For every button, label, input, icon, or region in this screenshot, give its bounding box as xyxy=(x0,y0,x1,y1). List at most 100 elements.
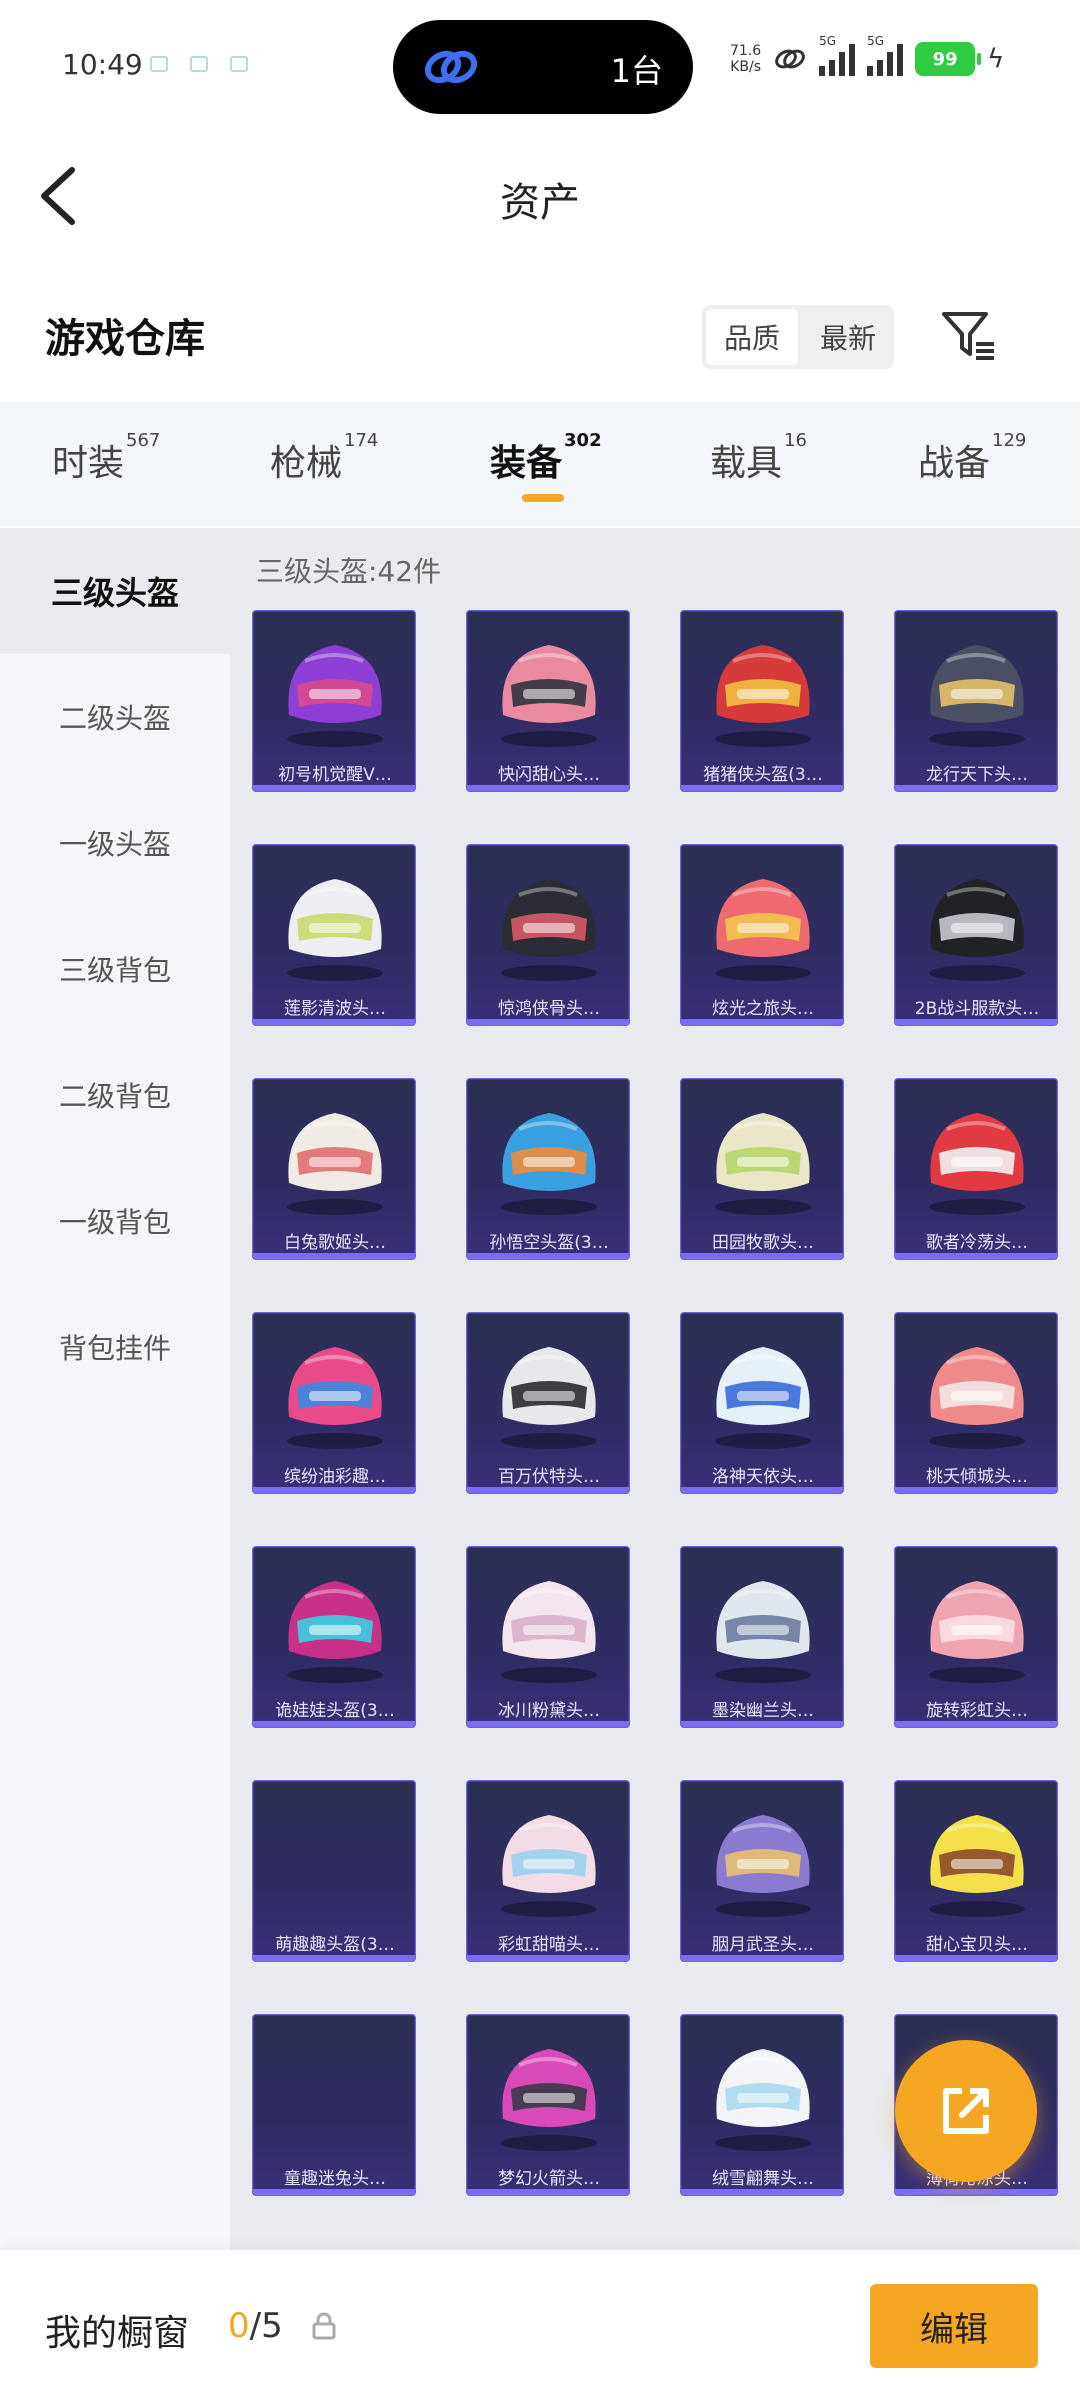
item-name: 莲影清波头… xyxy=(284,999,386,1019)
sub-category-nav: 三级头盔 二级头盔 一级头盔 三级背包 二级背包 一级背包 背包挂件 xyxy=(0,528,230,2250)
dynamic-island[interactable]: 1台 xyxy=(393,20,693,114)
rarity-bar xyxy=(253,1019,415,1025)
item-card[interactable]: 2B战斗服款头… xyxy=(894,844,1058,1026)
item-card[interactable]: 快闪甜心头… xyxy=(466,610,630,792)
sidebar-item-lv2-backpack[interactable]: 二级背包 xyxy=(0,1032,230,1158)
item-name: 歌者冷荡头… xyxy=(926,1233,1028,1253)
helmet-icon xyxy=(501,1815,597,1917)
item-card[interactable]: 旋转彩虹头… xyxy=(894,1546,1058,1728)
item-name: 惊鸿侠骨头… xyxy=(498,999,600,1019)
item-card[interactable]: 田园牧歌头… xyxy=(680,1078,844,1260)
hotspot-link-icon xyxy=(775,49,806,69)
sidebar-item-backpack-charm[interactable]: 背包挂件 xyxy=(0,1284,230,1410)
tab-label: 枪械 xyxy=(270,443,343,484)
item-card[interactable]: 龙行天下头… xyxy=(894,610,1058,792)
item-card[interactable]: 梦幻火箭头… xyxy=(466,2014,630,2196)
app-notification-icon xyxy=(230,56,248,72)
helmet-icon xyxy=(287,1581,383,1683)
item-card[interactable]: 彩虹甜喵头… xyxy=(466,1780,630,1962)
helmet-icon xyxy=(287,1347,383,1449)
rarity-bar xyxy=(467,1019,629,1025)
rarity-bar xyxy=(253,2189,415,2195)
rarity-bar xyxy=(467,1487,629,1493)
share-button[interactable] xyxy=(895,2040,1037,2182)
tab-vehicles[interactable]: 载具16 xyxy=(710,430,807,486)
rarity-bar xyxy=(467,1253,629,1259)
rarity-bar xyxy=(895,1487,1057,1493)
item-name: 彩虹甜喵头… xyxy=(498,1935,600,1955)
item-name: 诡娃娃头盔(3… xyxy=(275,1701,395,1721)
item-card[interactable]: 萌趣趣头盔(3… xyxy=(252,1780,416,1962)
helmet-icon xyxy=(715,879,811,981)
item-name: 孙悟空头盔(3… xyxy=(489,1233,609,1253)
sidebar-item-lv3-helmet[interactable]: 三级头盔 xyxy=(0,528,230,654)
item-name: 初号机觉醒V… xyxy=(278,765,392,785)
rarity-bar xyxy=(467,2189,629,2195)
notification-icons xyxy=(150,56,248,72)
tab-equipment[interactable]: 装备302 xyxy=(490,430,602,486)
system-indicators: 71.6 KB/s 5G 5G 99 ϟ xyxy=(730,34,1004,76)
item-card[interactable]: 缤纷油彩趣… xyxy=(252,1312,416,1494)
sidebar-item-lv1-helmet[interactable]: 一级头盔 xyxy=(0,780,230,906)
rarity-bar xyxy=(895,1253,1057,1259)
status-bar: 10:49 1台 71.6 KB/s 5G 5G 99 ϟ xyxy=(0,0,1080,135)
rarity-bar xyxy=(253,1955,415,1961)
item-card[interactable]: 甜心宝贝头… xyxy=(894,1780,1058,1962)
item-card[interactable]: 绒雪翩舞头… xyxy=(680,2014,844,2196)
item-card[interactable]: 墨染幽兰头… xyxy=(680,1546,844,1728)
item-name: 田园牧歌头… xyxy=(712,1233,814,1253)
helmet-icon xyxy=(287,645,383,747)
helmet-icon xyxy=(715,645,811,747)
item-name: 2B战斗服款头… xyxy=(914,999,1040,1019)
helmet-icon xyxy=(287,1113,383,1215)
sim2-type: 5G xyxy=(867,34,885,48)
network-speed-unit: KB/s xyxy=(730,59,761,75)
tab-count: 129 xyxy=(992,430,1027,451)
tab-weapons[interactable]: 枪械174 xyxy=(270,430,378,486)
item-name: 甜心宝贝头… xyxy=(926,1935,1028,1955)
tab-supplies[interactable]: 战备129 xyxy=(918,430,1026,486)
sidebar-item-lv2-helmet[interactable]: 二级头盔 xyxy=(0,654,230,780)
tab-label: 战备 xyxy=(918,443,991,484)
item-card[interactable]: 冰川粉黛头… xyxy=(466,1546,630,1728)
edit-button[interactable]: 编辑 xyxy=(870,2284,1038,2368)
item-card[interactable]: 初号机觉醒V… xyxy=(252,610,416,792)
sidebar-item-lv1-backpack[interactable]: 一级背包 xyxy=(0,1158,230,1284)
helmet-icon xyxy=(929,1581,1025,1683)
sort-latest-button[interactable]: 最新 xyxy=(802,305,894,369)
item-card[interactable]: 洛神天依头… xyxy=(680,1312,844,1494)
item-card[interactable]: 孙悟空头盔(3… xyxy=(466,1078,630,1260)
network-speed-value: 71.6 xyxy=(730,43,762,59)
battery-level: 99 xyxy=(932,48,958,70)
sidebar-item-lv3-backpack[interactable]: 三级背包 xyxy=(0,906,230,1032)
tab-fashion[interactable]: 时装567 xyxy=(52,430,160,486)
rarity-bar xyxy=(895,785,1057,791)
rarity-bar xyxy=(681,785,843,791)
item-card[interactable]: 白兔歌姬头… xyxy=(252,1078,416,1260)
tab-count: 16 xyxy=(784,430,807,451)
sort-quality-button[interactable]: 品质 xyxy=(706,309,798,365)
showcase-count: 0/5 xyxy=(228,2306,283,2346)
item-card[interactable]: 童趣迷兔头… xyxy=(252,2014,416,2196)
item-card[interactable]: 歌者冷荡头… xyxy=(894,1078,1058,1260)
item-card[interactable]: 惊鸿侠骨头… xyxy=(466,844,630,1026)
item-card[interactable]: 炫光之旅头… xyxy=(680,844,844,1026)
item-card[interactable]: 胭月武圣头… xyxy=(680,1780,844,1962)
status-time: 10:49 xyxy=(62,48,143,81)
helmet-icon xyxy=(715,1581,811,1683)
item-card[interactable]: 诡娃娃头盔(3… xyxy=(252,1546,416,1728)
item-name: 龙行天下头… xyxy=(926,765,1028,785)
item-card[interactable]: 百万伏特头… xyxy=(466,1312,630,1494)
page-title: 资产 xyxy=(500,180,580,226)
helmet-icon xyxy=(715,1113,811,1215)
item-card[interactable]: 桃夭倾城头… xyxy=(894,1312,1058,1494)
item-card[interactable]: 猪猪侠头盔(3… xyxy=(680,610,844,792)
rarity-bar xyxy=(253,1253,415,1259)
item-card[interactable]: 莲影清波头… xyxy=(252,844,416,1026)
rarity-bar xyxy=(895,2189,1057,2195)
filter-icon[interactable] xyxy=(940,308,998,362)
item-name: 炫光之旅头… xyxy=(712,999,814,1019)
helmet-icon xyxy=(287,879,383,981)
network-speed: 71.6 KB/s xyxy=(730,43,761,75)
category-tabs: 时装567 枪械174 装备302 载具16 战备129 xyxy=(0,402,1080,526)
